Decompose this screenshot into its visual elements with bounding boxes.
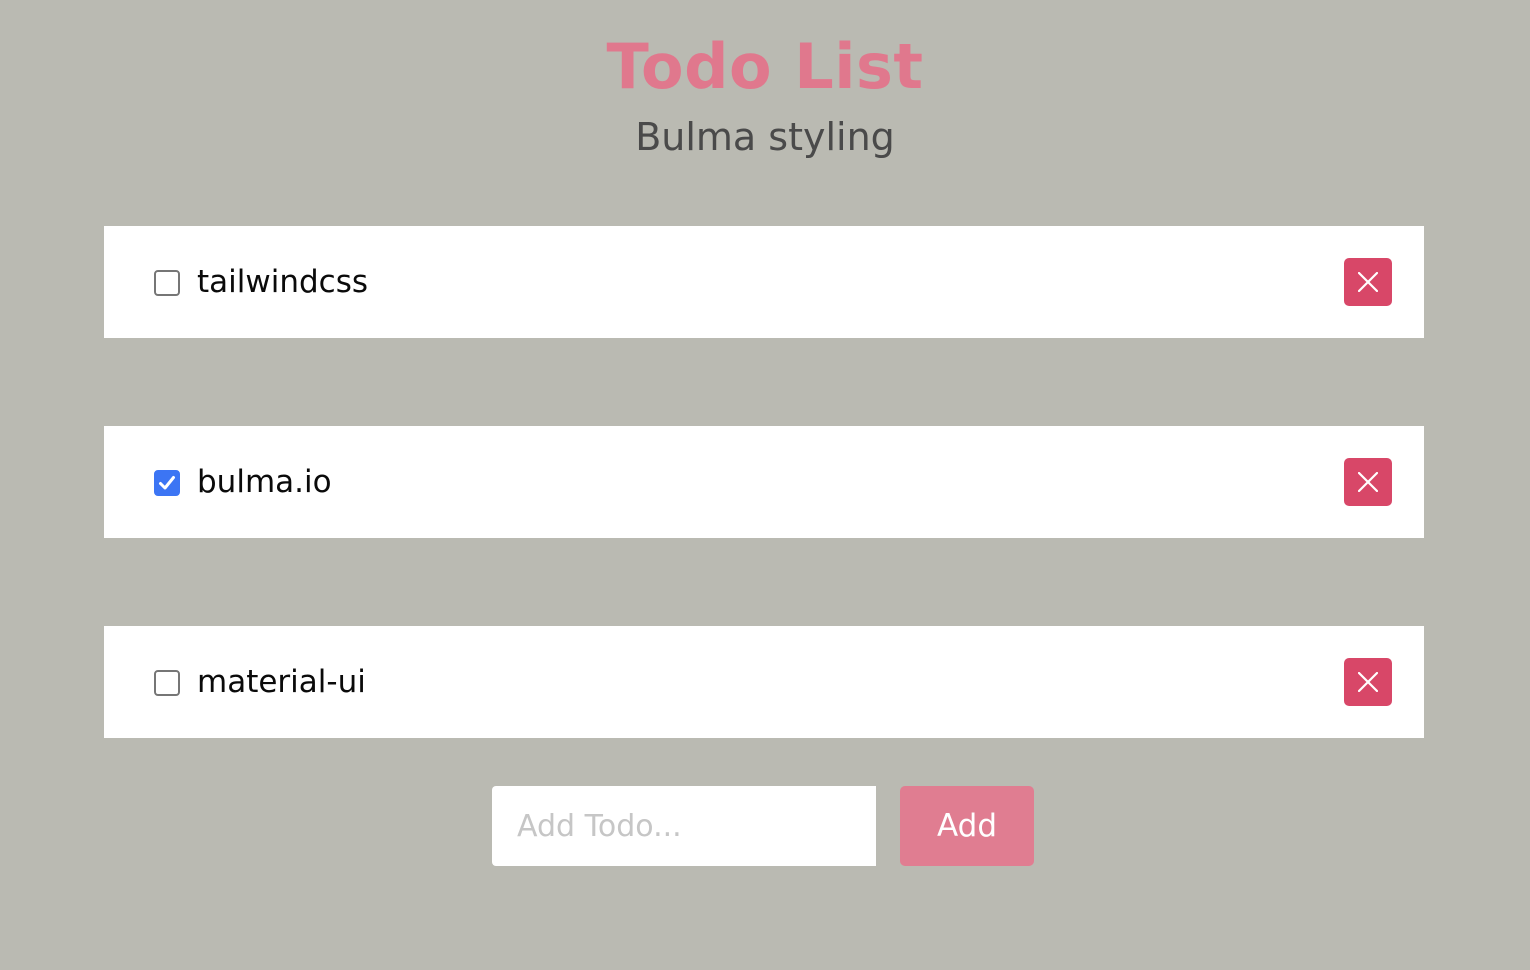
close-icon <box>1358 472 1378 492</box>
todo-item: bulma.io <box>104 426 1424 538</box>
delete-button[interactable] <box>1344 658 1392 706</box>
todo-text: tailwindcss <box>197 264 369 300</box>
add-todo-button[interactable]: Add <box>900 786 1034 866</box>
checkmark-icon <box>159 476 175 490</box>
close-icon <box>1358 672 1378 692</box>
todo-checkbox[interactable] <box>154 670 180 696</box>
add-todo-input[interactable] <box>492 786 876 866</box>
todo-item: tailwindcss <box>104 226 1424 338</box>
page-title: Todo List <box>606 30 924 103</box>
todo-item: material-ui <box>104 626 1424 738</box>
close-icon <box>1358 272 1378 292</box>
page-subtitle: Bulma styling <box>635 115 895 159</box>
delete-button[interactable] <box>1344 458 1392 506</box>
todo-text: material-ui <box>197 664 366 700</box>
todo-checkbox[interactable] <box>154 270 180 296</box>
delete-button[interactable] <box>1344 258 1392 306</box>
todo-checkbox[interactable] <box>154 470 180 496</box>
todo-text: bulma.io <box>197 464 332 500</box>
